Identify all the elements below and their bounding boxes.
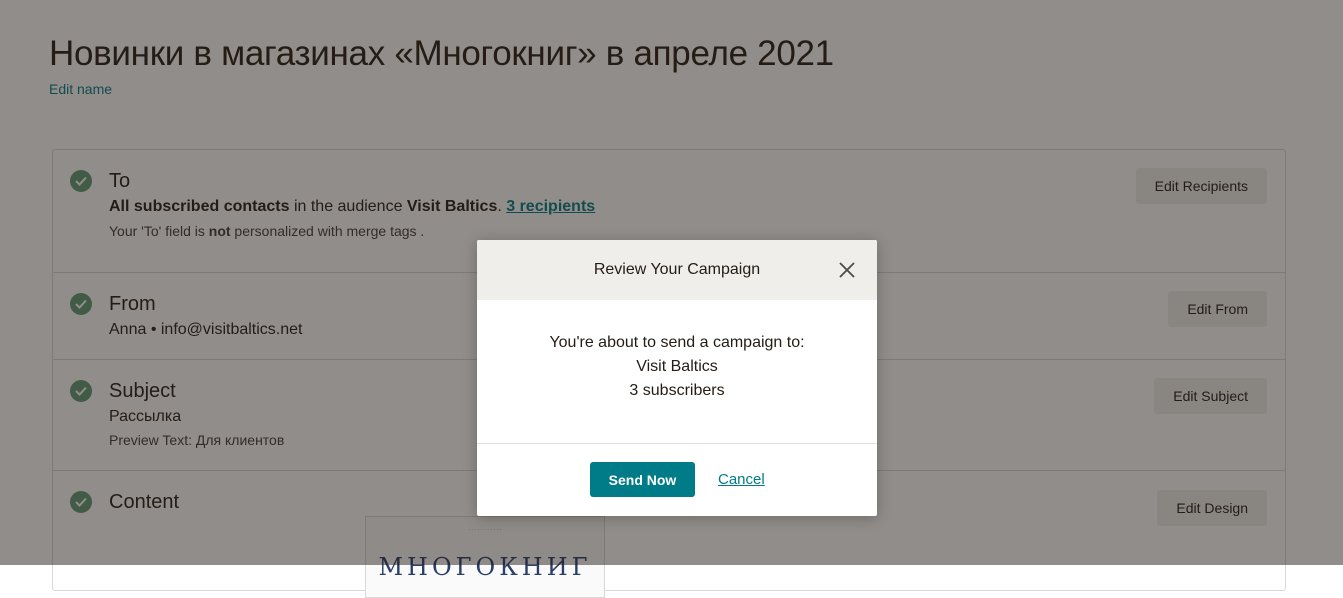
modal-footer: Send Now Cancel — [477, 444, 877, 516]
send-summary-text: You're about to send a campaign to: — [549, 334, 805, 351]
modal-body: You're about to send a campaign to: Visi… — [477, 300, 877, 444]
close-icon[interactable] — [837, 260, 857, 280]
send-now-button[interactable]: Send Now — [590, 462, 695, 497]
send-subscriber-count: 3 subscribers — [629, 382, 725, 399]
send-audience-name: Visit Baltics — [636, 358, 718, 375]
cancel-link[interactable]: Cancel — [718, 471, 765, 488]
review-campaign-modal: Review Your Campaign You're about to sen… — [477, 240, 877, 516]
modal-header: Review Your Campaign — [477, 240, 877, 300]
modal-title: Review Your Campaign — [593, 261, 761, 278]
